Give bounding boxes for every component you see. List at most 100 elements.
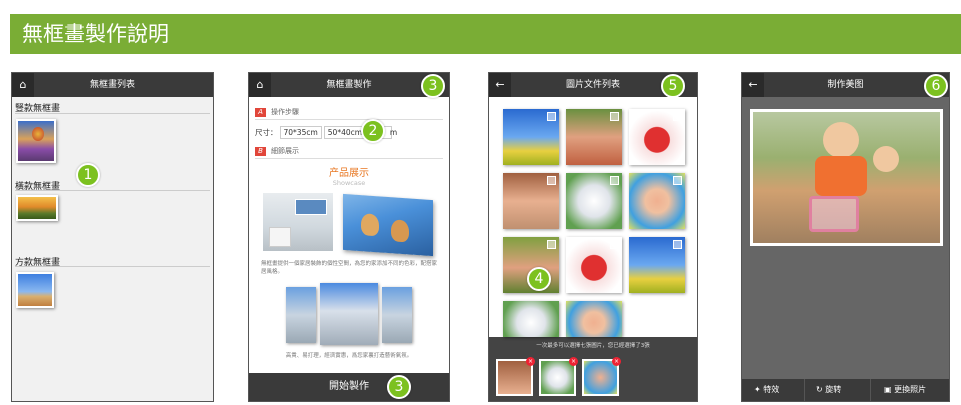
header-title: 制作美图: [827, 80, 864, 90]
grid-image[interactable]: [503, 301, 559, 337]
start-make-button[interactable]: 開始製作: [249, 373, 449, 401]
remove-icon[interactable]: ×: [612, 357, 621, 366]
divider: [15, 266, 210, 267]
step-badge-6: 6: [924, 74, 948, 98]
header-title: 圖片文件列表: [565, 80, 620, 90]
step-badge-4: 4: [527, 267, 551, 291]
photo-subject-child: [873, 146, 899, 172]
editing-photo[interactable]: [750, 109, 943, 246]
back-arrow-icon[interactable]: ←: [489, 73, 511, 97]
divider: [15, 113, 210, 114]
size-suffix: m: [389, 128, 398, 137]
photo-subject: [823, 122, 859, 158]
header-bar: ⌂ 無框畫製作: [249, 73, 449, 97]
divider: [255, 119, 443, 120]
rotate-label: 旋转: [825, 385, 842, 394]
grid-image[interactable]: [629, 237, 685, 293]
start-make-label: 開始製作: [329, 381, 369, 392]
home-icon[interactable]: ⌂: [249, 73, 271, 97]
square-frame-thumbnail[interactable]: [16, 272, 54, 308]
showcase-birds-image: [343, 193, 433, 257]
room-chair-image: [269, 227, 291, 247]
grid-image[interactable]: [566, 173, 622, 229]
step-badge-2: 2: [361, 119, 385, 143]
size-option-50x40[interactable]: 50*40cm: [323, 126, 367, 139]
showcase-subtitle: Showcase: [332, 179, 366, 187]
header-title: 無框畫製作: [326, 80, 372, 90]
triptych-panel-right: [382, 287, 412, 343]
rotate-button[interactable]: ↻ 旋转: [816, 379, 841, 401]
rotate-icon: ↻: [816, 385, 823, 394]
triptych-panel-left: [286, 287, 316, 343]
divider: [804, 379, 805, 401]
selected-image[interactable]: ×: [582, 357, 621, 396]
grid-image[interactable]: [503, 109, 559, 165]
step-badge-1: 1: [76, 163, 100, 187]
section-details: B 細節展示: [255, 146, 299, 156]
showcase-room-image: [263, 193, 333, 251]
checkbox-icon[interactable]: [610, 240, 619, 249]
grid-image[interactable]: [566, 301, 622, 337]
step-badge-3-top: 3: [421, 74, 445, 98]
edit-toolbar: ✦ 特效 ↻ 旋转 ▣ 更換照片: [742, 379, 949, 401]
grid-image[interactable]: [566, 237, 622, 293]
back-arrow-icon[interactable]: ←: [742, 73, 764, 97]
vertical-frame-thumbnail[interactable]: [16, 119, 56, 163]
home-icon[interactable]: ⌂: [12, 73, 34, 97]
divider: [15, 190, 210, 191]
checkbox-icon[interactable]: [610, 112, 619, 121]
showcase-description-1: 無框畫提供一個家居裝飾的個性空間，為您的家添加不同的色彩，配搭家居風格。: [261, 261, 438, 275]
effects-label: 特效: [763, 385, 780, 394]
screen-frameless-list: ⌂ 無框畫列表 豎款無框畫 橫款無框畫 方款無框畫 1: [11, 72, 214, 402]
balloon-icon: [32, 127, 44, 141]
section-a-tag: A: [255, 108, 266, 117]
effects-button[interactable]: ✦ 特效: [754, 379, 779, 401]
replace-photo-icon: ▣: [884, 385, 892, 394]
showcase-title: 产品展示: [329, 168, 369, 179]
grid-image[interactable]: [503, 173, 559, 229]
page-banner: 無框畫製作說明: [10, 14, 961, 54]
size-option-70x35[interactable]: 70*35cm: [279, 126, 322, 139]
image-grid: 4: [489, 97, 697, 337]
horizontal-frame-thumbnail[interactable]: [16, 195, 58, 221]
selection-note: 一次最多可以選擇七張圖片，您已經選擇了3張: [536, 343, 650, 349]
photo-subject-shirt: [815, 156, 867, 196]
section-b-tag: B: [255, 147, 266, 156]
divider: [870, 379, 871, 401]
checkbox-icon[interactable]: [673, 176, 682, 185]
bicycle-basket: [809, 196, 859, 232]
section-steps: A 操作步驟: [255, 107, 299, 117]
checkbox-icon[interactable]: [610, 176, 619, 185]
checkbox-icon[interactable]: [547, 176, 556, 185]
step-badge-3-bottom: 3: [387, 375, 411, 399]
remove-icon[interactable]: ×: [526, 357, 535, 366]
selected-image[interactable]: ×: [539, 357, 578, 396]
showcase-description-2: 高貴、易打理，經濟實惠，爲您家裏打造藝術氣氛。: [285, 353, 413, 359]
remove-icon[interactable]: ×: [569, 357, 578, 366]
header-bar: ⌂ 無框畫列表: [12, 73, 213, 97]
screen-frameless-make: ⌂ 無框畫製作 3 A操作步驟 尺寸：70*35cm50*40cm6m 2 B細…: [248, 72, 450, 402]
grid-image[interactable]: [629, 173, 685, 229]
screen-image-list: ← 圖片文件列表 5 4 一次最多可以選擇七張圖片，您已經選擇了3張 × × ×: [488, 72, 698, 402]
header-title: 無框畫列表: [89, 80, 135, 90]
step-badge-5: 5: [661, 74, 685, 98]
checkbox-icon[interactable]: [673, 112, 682, 121]
replace-photo-button[interactable]: ▣ 更換照片: [884, 379, 926, 401]
header-bar: ← 制作美图: [742, 73, 949, 97]
replace-photo-label: 更換照片: [894, 385, 927, 394]
checkbox-icon[interactable]: [547, 112, 556, 121]
checkbox-icon[interactable]: [673, 240, 682, 249]
size-label: 尺寸：: [255, 128, 278, 137]
section-b-label: 細節展示: [271, 147, 299, 155]
checkbox-icon[interactable]: [547, 240, 556, 249]
magic-wand-icon: ✦: [754, 385, 761, 394]
bird-icon: [391, 219, 409, 243]
section-a-label: 操作步驟: [271, 108, 299, 116]
selected-image[interactable]: ×: [496, 357, 535, 396]
bird-icon: [361, 213, 379, 237]
grid-image[interactable]: [566, 109, 622, 165]
triptych-panel-center: [320, 283, 378, 345]
grid-image[interactable]: [629, 109, 685, 165]
divider: [255, 158, 443, 159]
screen-make-photo: ← 制作美图 6 ✦ 特效 ↻ 旋转 ▣ 更換照片: [741, 72, 950, 402]
